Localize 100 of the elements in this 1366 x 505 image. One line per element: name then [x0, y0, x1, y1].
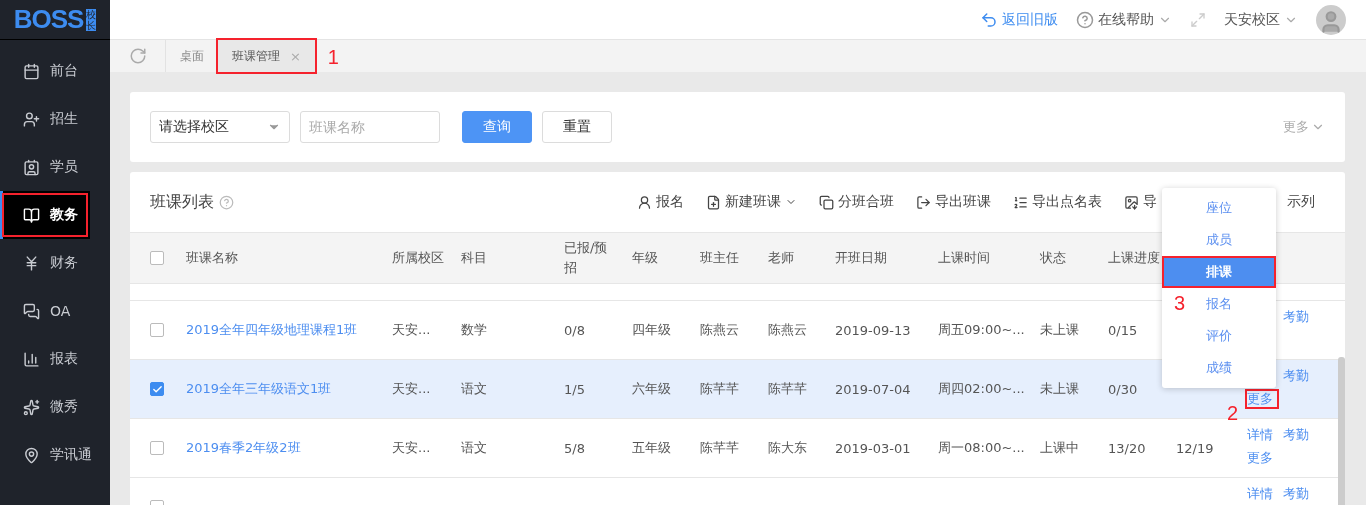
toolbar-button[interactable]: 报名 [637, 193, 684, 211]
toolbar-button[interactable]: 分班合班 [819, 193, 894, 211]
menu-item[interactable]: 排课 [1162, 256, 1276, 288]
menu-item[interactable]: 报名 [1192, 288, 1246, 320]
table-cell-text: 5/8 [564, 440, 586, 456]
table-cell-text: 周一08:00~... [938, 439, 1026, 457]
menu-item-icon [23, 158, 40, 176]
help-menu[interactable]: 在线帮助 [1076, 10, 1172, 29]
action-link[interactable]: 详情 [1247, 486, 1283, 502]
table-cell-text: 天安... [392, 321, 432, 339]
class-name-link[interactable]: 2019春季2年级2班 [186, 439, 392, 457]
column-header: 上课进度 [1108, 249, 1161, 267]
action-link[interactable]: 考勤 [1283, 368, 1319, 384]
column-header: 所属校区 [392, 249, 445, 267]
sidebar-item[interactable]: 招生 [0, 95, 110, 143]
row-checkbox[interactable] [150, 382, 164, 396]
list-title: 班课列表 [150, 191, 214, 213]
table-cell-text: 2019-03-01 [835, 440, 912, 456]
menu-item-icon [23, 350, 40, 368]
table-cell-text: 12/19 [1176, 440, 1215, 456]
class-name-link[interactable]: 2019全年四年级地理课程1班 [186, 321, 392, 339]
column-header: 班主任 [700, 249, 740, 267]
column-header: 老师 [768, 249, 795, 267]
menu-item-icon [23, 62, 40, 80]
sidebar-item[interactable]: 教务 [0, 191, 90, 239]
table-cell-text: 上课中 [1040, 439, 1080, 457]
toolbar-icon [1124, 194, 1139, 210]
toolbar-button[interactable]: 新建班课 [706, 193, 797, 211]
row-checkbox[interactable] [150, 323, 164, 337]
sidebar-item[interactable]: 学讯通 [0, 431, 110, 479]
sidebar-item[interactable]: 微秀 [0, 383, 110, 431]
toolbar-button[interactable]: 导出点名表 [1013, 193, 1102, 211]
table-cell-text: 陈燕云 [768, 321, 808, 339]
table-cell-text: 陈芊芊 [700, 439, 740, 457]
table-cell-text: 陈燕云 [700, 321, 740, 339]
table-cell-text: 周五09:00~... [938, 321, 1026, 339]
more-link[interactable]: 更多 [1247, 450, 1283, 466]
toolbar-button[interactable]: 示列 [1287, 193, 1315, 211]
class-name-field[interactable]: 班课名称 [300, 111, 440, 143]
callout-number: 3 [1174, 292, 1186, 315]
column-header: 上课时间 [938, 249, 991, 267]
logo: BOSS [13, 4, 84, 35]
back-link[interactable]: 返回旧版 [980, 10, 1058, 29]
table-cell-text: 四年级 [632, 321, 672, 339]
fullscreen-icon[interactable] [1190, 11, 1206, 28]
menu-item[interactable]: 成员 [1192, 224, 1246, 256]
action-link[interactable]: 考勤 [1283, 486, 1319, 502]
column-header: 状态 [1040, 249, 1067, 267]
table-cell-text: 数学 [461, 321, 488, 339]
more-link[interactable]: 更多 [1283, 118, 1325, 136]
tab[interactable]: 桌面 [166, 40, 218, 72]
check-icon [151, 383, 163, 395]
search-button[interactable]: 查询 [462, 111, 532, 143]
undo-icon [980, 10, 998, 29]
action-link[interactable]: 考勤 [1283, 427, 1319, 443]
class-name-link[interactable]: 2019全年三年级语文1班 [186, 380, 392, 398]
menu-item-icon [23, 446, 40, 464]
menu-item[interactable]: 座位 [1192, 192, 1246, 224]
menu-item[interactable]: 成绩 [1192, 352, 1246, 384]
campus-select[interactable]: 请选择校区 [150, 111, 290, 143]
toolbar-button[interactable]: 导 [1124, 193, 1157, 211]
sidebar-item[interactable]: 财务 [0, 239, 110, 287]
table-cell-text: 0/15 [1108, 322, 1139, 338]
campus-menu[interactable]: 天安校区 [1224, 10, 1298, 29]
scrollbar[interactable] [1338, 357, 1345, 505]
table-cell-text: 六年级 [632, 380, 672, 398]
column-header: 已报/预招 [564, 239, 609, 277]
toolbar-icon [916, 194, 931, 210]
table-cell-text: 未上课 [1040, 380, 1080, 398]
row-checkbox[interactable] [150, 441, 164, 455]
table-cell-text: 天安... [392, 380, 432, 398]
close-icon[interactable]: × [290, 48, 301, 64]
callout-number: 2 [1227, 405, 1239, 421]
help-icon[interactable] [219, 194, 234, 210]
avatar[interactable] [1316, 4, 1346, 35]
table-cell-text: 陈芊芊 [768, 380, 808, 398]
table-cell-text: 陈芊芊 [700, 380, 740, 398]
select-all-checkbox[interactable] [150, 251, 164, 265]
sidebar-item[interactable]: 学员 [0, 143, 110, 191]
toolbar-icon [819, 194, 834, 210]
sidebar-item[interactable]: 报表 [0, 335, 110, 383]
table-cell-text: 1/5 [564, 381, 586, 397]
menu-item-icon [23, 206, 40, 224]
sidebar-item[interactable]: 前台 [0, 47, 110, 95]
toolbar-button[interactable]: 导出班课 [916, 193, 991, 211]
table-cell-text: 0/30 [1108, 381, 1139, 397]
action-link[interactable]: 考勤 [1283, 309, 1319, 325]
reset-button[interactable]: 重置 [542, 111, 612, 143]
table-cell-text: 语文 [461, 439, 488, 457]
toolbar-icon [706, 194, 721, 210]
table-cell-text: 13/20 [1108, 440, 1147, 456]
toolbar-icon [637, 194, 652, 210]
callout-number: 1 [327, 46, 339, 69]
column-header: 开班日期 [835, 249, 888, 267]
sidebar-item[interactable]: OA [0, 287, 110, 335]
table-cell-text: 2019-07-04 [835, 381, 912, 397]
action-link[interactable]: 详情 [1247, 427, 1283, 443]
table-cell-text: 语文 [461, 380, 488, 398]
menu-item[interactable]: 评价 [1192, 320, 1246, 352]
column-header: 科目 [461, 249, 488, 267]
